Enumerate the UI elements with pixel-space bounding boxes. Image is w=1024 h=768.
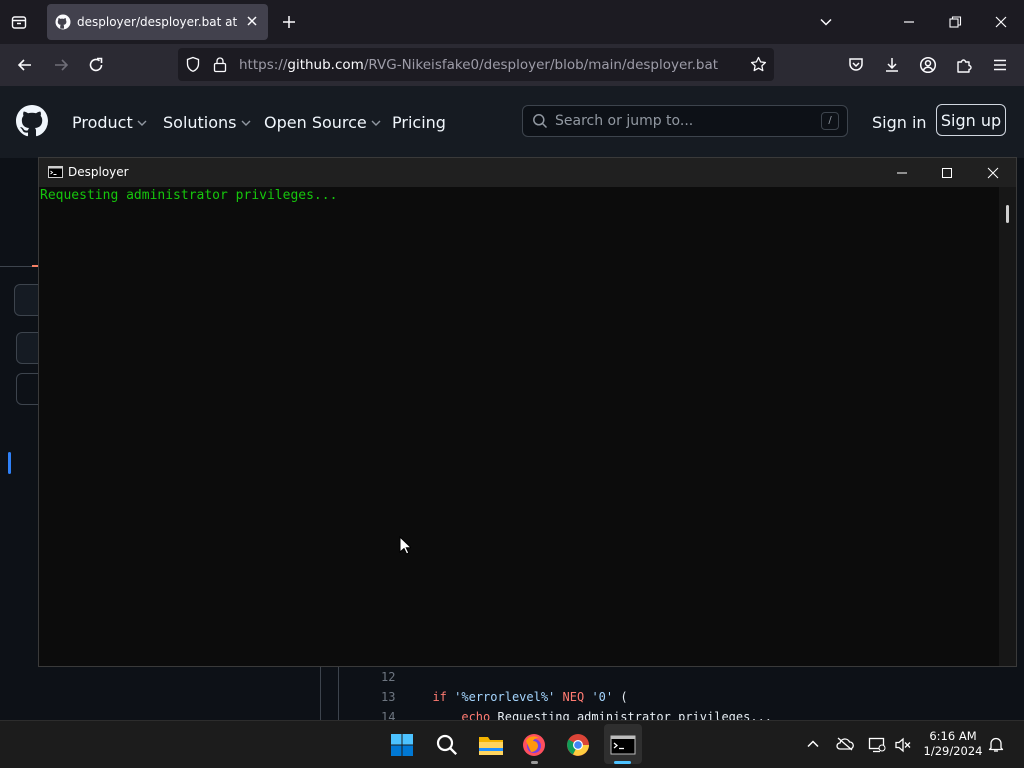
code-view: 12 13 if '%errorlevel%' NEQ '0' ( 14 echo… [338,666,1007,724]
chevron-down-icon [371,120,381,126]
nav-product[interactable]: Product [72,113,147,132]
console-title-bar[interactable]: Desployer [39,158,1016,187]
search-shortcut-key: / [821,112,839,130]
bookmark-star-icon[interactable] [750,56,767,73]
lock-icon[interactable] [213,56,227,73]
search-icon [532,113,548,129]
active-file-indicator [8,452,11,474]
chevron-down-icon[interactable] [818,14,834,30]
nav-open-source-label: Open Source [264,113,367,132]
browser-tab-active[interactable]: desployer/desployer.bat at main · RVG-Ni… [47,4,268,40]
network-icon[interactable] [868,737,886,753]
code-line: 13 if '%errorlevel%' NEQ '0' ( [381,690,628,704]
command-prompt-icon [48,166,63,178]
onedrive-offline-icon[interactable] [836,737,854,751]
console-minimize-icon[interactable] [895,166,909,180]
clock-date: 1/29/2024 [923,744,983,758]
line-number: 13 [381,690,396,704]
shield-icon[interactable] [185,56,201,73]
url-text[interactable]: https://github.com/RVG-Nikeisfake0/despl… [239,57,718,73]
menu-hamburger-icon[interactable] [991,56,1009,74]
chevron-down-icon [241,120,251,126]
forward-arrow-icon[interactable] [52,56,70,74]
console-maximize-icon[interactable] [940,166,954,180]
volume-muted-icon[interactable] [894,737,912,753]
github-header: Product Solutions Open Source Pricing Se… [0,86,1024,158]
code-token: NEQ [562,690,585,704]
sign-up-button[interactable]: Sign up [936,104,1006,136]
new-tab-icon[interactable] [281,14,297,30]
back-arrow-icon[interactable] [16,56,34,74]
list-all-tabs-icon[interactable] [8,11,30,33]
code-token: if [432,690,455,704]
console-title: Desployer [68,165,129,179]
divider [320,666,321,720]
url-bar[interactable]: https://github.com/RVG-Nikeisfake0/despl… [178,48,774,81]
console-scrollbar[interactable] [999,187,1016,666]
code-token: ( [613,690,628,704]
file-explorer-icon[interactable] [478,733,504,757]
code-token: '0' [591,690,614,704]
clock-time: 6:16 AM [929,729,977,743]
close-tab-icon[interactable] [244,13,260,29]
search-icon[interactable] [435,733,461,757]
extensions-icon[interactable] [955,56,973,74]
search-placeholder: Search or jump to... [555,113,694,129]
browser-tab-strip: desployer/desployer.bat at main · RVG-Ni… [0,0,1024,44]
chevron-up-icon[interactable] [806,737,820,751]
nav-solutions-label: Solutions [163,113,237,132]
notification-bell-icon[interactable] [988,736,1004,753]
browser-navigation-bar: https://github.com/RVG-Nikeisfake0/despl… [0,44,1024,86]
reload-icon[interactable] [87,56,105,74]
url-host: github.com [287,57,364,73]
restore-icon[interactable] [947,12,963,32]
running-app-indicator [531,761,538,764]
github-favicon-icon [55,14,71,30]
console-output: Requesting administrator privileges... [40,188,338,203]
mouse-cursor-icon [399,536,411,555]
console-scrollbar-thumb[interactable] [1006,205,1009,223]
pocket-icon[interactable] [847,56,865,74]
url-path: /RVG-Nikeisfake0/desployer/blob/main/des… [363,57,719,73]
console-close-icon[interactable] [986,166,1000,180]
nav-open-source[interactable]: Open Source [264,113,381,132]
downloads-icon[interactable] [883,56,901,74]
windows-start-icon[interactable] [390,733,416,757]
nav-pricing-label: Pricing [392,113,446,132]
firefox-icon[interactable] [522,733,548,757]
minimize-icon[interactable] [901,12,917,32]
nav-product-label: Product [72,113,133,132]
url-scheme: https:// [239,57,288,73]
command-prompt-icon[interactable] [610,733,636,757]
chevron-down-icon [137,120,147,126]
code-line: 12 [381,670,395,684]
system-clock[interactable]: 6:16 AM 1/29/2024 [918,729,988,759]
console-window[interactable]: Desployer Requesting administrator privi… [38,157,1017,667]
sign-in-link[interactable]: Sign in [872,113,927,132]
account-icon[interactable] [919,56,937,74]
code-token: '%errorlevel%' [454,690,556,704]
nav-solutions[interactable]: Solutions [163,113,251,132]
nav-pricing[interactable]: Pricing [392,113,446,132]
github-search-input[interactable]: Search or jump to... / [522,105,848,137]
tab-title: desployer/desployer.bat at main · RVG-Ni… [77,15,237,29]
line-number: 12 [381,670,396,684]
close-window-icon[interactable] [993,12,1009,32]
windows-taskbar: 6:16 AM 1/29/2024 [0,720,1024,768]
chrome-icon[interactable] [566,733,592,757]
active-app-indicator [614,761,631,764]
github-logo-icon[interactable] [16,105,48,137]
